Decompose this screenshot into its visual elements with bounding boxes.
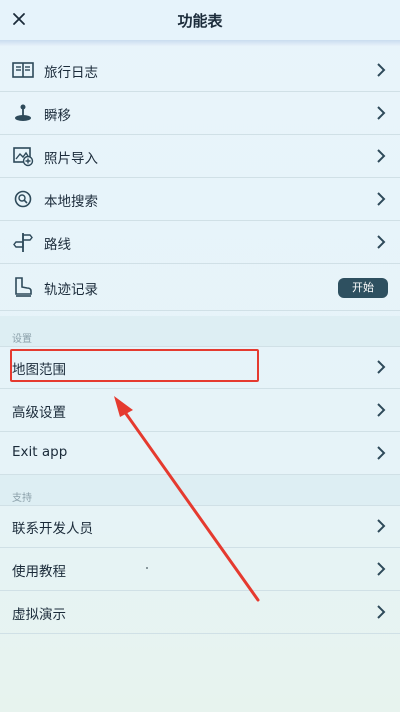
- chevron-right-icon: [377, 149, 386, 163]
- menu-item-photo-import[interactable]: 照片导入: [0, 135, 400, 178]
- signpost-icon: [13, 233, 33, 252]
- menu-item-local-search[interactable]: 本地搜索: [0, 178, 400, 221]
- header-divider: [0, 40, 400, 46]
- menu-item-travel-journal[interactable]: 旅行日志: [0, 49, 400, 92]
- menu-screen: 功能表 旅行日志 瞬移 照片导入 本地搜索 路线 轨迹记录 开始 设置 地图范围…: [0, 0, 400, 712]
- start-tracking-button[interactable]: 开始: [338, 278, 388, 298]
- menu-item-label: 照片导入: [44, 151, 98, 167]
- support-item-tutorial[interactable]: 使用教程: [0, 548, 400, 591]
- settings-section-header: 设置: [0, 316, 400, 347]
- chevron-right-icon: [377, 63, 386, 77]
- menu-item-label: 本地搜索: [44, 194, 98, 210]
- settings-item-label: Exit app: [12, 444, 68, 460]
- main-menu: 旅行日志 瞬移 照片导入 本地搜索 路线 轨迹记录 开始: [0, 49, 400, 311]
- settings-list: 地图范围 高级设置 Exit app: [0, 346, 400, 475]
- section-title: 支持: [12, 493, 32, 504]
- menu-item-label: 旅行日志: [44, 65, 98, 81]
- support-item-label: 使用教程: [12, 564, 66, 580]
- page-title: 功能表: [177, 12, 223, 30]
- chevron-right-icon: [377, 106, 386, 120]
- menu-item-track-record: 轨迹记录 开始: [0, 264, 400, 311]
- support-list: 联系开发人员 使用教程 虚拟演示: [0, 505, 400, 634]
- joystick-icon: [15, 104, 31, 121]
- chevron-right-icon: [377, 192, 386, 206]
- menu-item-teleport[interactable]: 瞬移: [0, 92, 400, 135]
- support-item-label: 联系开发人员: [12, 521, 93, 537]
- chevron-right-icon: [377, 519, 386, 533]
- chevron-right-icon: [377, 562, 386, 576]
- stray-dot: [146, 567, 148, 569]
- section-title: 设置: [12, 334, 32, 345]
- chevron-right-icon: [377, 235, 386, 249]
- settings-item-advanced[interactable]: 高级设置: [0, 389, 400, 432]
- settings-item-map-range[interactable]: 地图范围: [0, 346, 400, 389]
- menu-item-label: 轨迹记录: [44, 282, 98, 298]
- settings-item-label: 地图范围: [12, 362, 66, 378]
- chevron-right-icon: [377, 360, 386, 374]
- support-section-header: 支持: [0, 475, 400, 506]
- menu-item-route[interactable]: 路线: [0, 221, 400, 264]
- chevron-right-icon: [377, 605, 386, 619]
- support-item-label: 虚拟演示: [12, 607, 66, 623]
- journal-icon: [12, 62, 34, 78]
- header: 功能表: [0, 0, 400, 42]
- menu-item-label: 瞬移: [44, 108, 71, 124]
- local-search-icon: [14, 190, 32, 208]
- photo-import-icon: [13, 147, 34, 167]
- support-item-virtual-demo[interactable]: 虚拟演示: [0, 591, 400, 634]
- support-item-contact-developer[interactable]: 联系开发人员: [0, 505, 400, 548]
- settings-item-exit-app[interactable]: Exit app: [0, 432, 400, 475]
- chevron-right-icon: [377, 446, 386, 460]
- settings-item-label: 高级设置: [12, 405, 66, 421]
- menu-item-label: 路线: [44, 237, 71, 253]
- boot-icon: [15, 277, 32, 297]
- chevron-right-icon: [377, 403, 386, 417]
